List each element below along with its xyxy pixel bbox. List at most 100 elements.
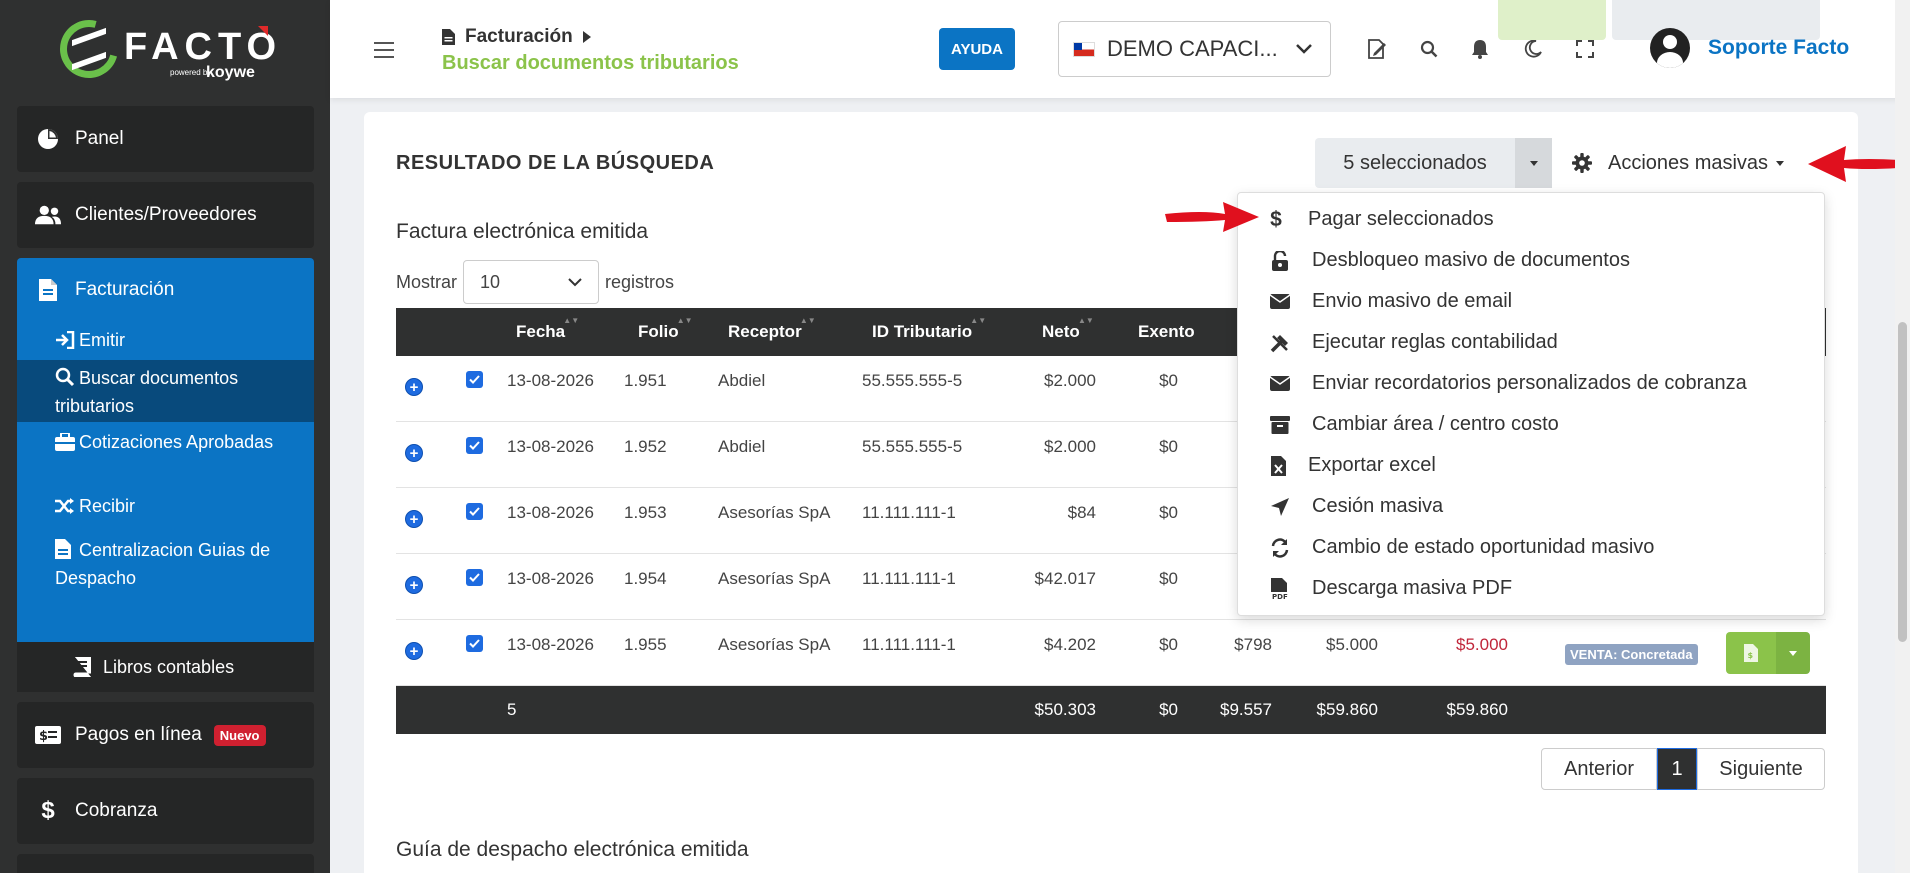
column-header-neto[interactable]: Neto ▲▼ (1042, 316, 1094, 342)
expand-row-icon[interactable]: + (405, 378, 423, 396)
column-header-exento[interactable]: Exento (1138, 322, 1195, 342)
briefcase-icon (55, 432, 79, 458)
page-size-select[interactable]: 10 (463, 260, 600, 304)
hamburger-menu-icon[interactable] (374, 42, 394, 58)
sidebar-item-panel[interactable]: Panel (17, 106, 314, 172)
results-title: RESULTADO DE LA BÚSQUEDA (396, 152, 715, 174)
sidebar-item-facturacion[interactable]: Facturación (17, 258, 314, 322)
envelope-icon (1268, 294, 1292, 309)
company-select[interactable]: DEMO CAPACI... (1058, 21, 1331, 77)
users-icon (35, 205, 61, 225)
sidebar: FACTO powered by koywe Panel Clientes/Pr… (0, 0, 330, 873)
pagination: Anterior 1 Siguiente (1541, 748, 1825, 790)
menu-item-excel[interactable]: Exportar excel (1238, 445, 1824, 486)
page-1-button[interactable]: 1 (1657, 748, 1697, 790)
dollar-icon: $ (1270, 207, 1282, 231)
table-totals: 5 $50.303 $0 $9.557 $59.860 $59.860 (396, 686, 1826, 734)
sidebar-subitem-recibir[interactable]: Recibir (17, 488, 314, 526)
tools-icon (1268, 333, 1292, 353)
dollar-icon: $ (41, 797, 55, 824)
expand-row-icon[interactable]: + (405, 444, 423, 462)
location-arrow-icon (1268, 497, 1292, 516)
caret-down-icon (1776, 160, 1785, 166)
moon-icon[interactable] (1522, 38, 1544, 60)
facto-logo[interactable]: FACTO powered by koywe (49, 9, 276, 89)
expand-row-icon[interactable]: + (405, 642, 423, 660)
sidebar-item-label: Facturación (75, 279, 175, 300)
help-button[interactable]: AYUDA (939, 28, 1015, 70)
menu-item-pagar[interactable]: $ Pagar seleccionados (1238, 199, 1824, 240)
row-checkbox[interactable] (466, 569, 483, 586)
bell-icon[interactable] (1469, 38, 1491, 60)
section-title: Factura electrónica emitida (396, 220, 649, 243)
breadcrumb-item[interactable]: Facturación (465, 26, 573, 48)
caret-down-icon (1789, 650, 1797, 656)
sidebar-item-next[interactable] (17, 854, 314, 873)
topbar: Facturación Buscar documentos tributario… (330, 0, 1910, 98)
menu-item-recordatorios[interactable]: Enviar recordatorios personalizados de c… (1238, 363, 1824, 404)
search-icon[interactable] (1418, 38, 1440, 60)
menu-item-email[interactable]: Envio masivo de email (1238, 281, 1824, 322)
section-title-guia: Guía de despacho electrónica emitida (396, 838, 749, 861)
annotation-arrow-icon (1808, 146, 1900, 182)
sidebar-group-facturacion: Facturación Emitir Buscar documentos tri… (17, 258, 314, 642)
selected-dropdown-toggle[interactable] (1515, 138, 1552, 188)
sidebar-subitem-emitir[interactable]: Emitir (17, 322, 314, 360)
sidebar-subitem-buscar[interactable]: Buscar documentos tributarios (17, 360, 314, 422)
file-icon (442, 29, 455, 45)
sidebar-item-label: Pagos en línea (75, 724, 202, 745)
menu-item-area[interactable]: Cambiar área / centro costo (1238, 404, 1824, 445)
file-icon (35, 279, 61, 301)
page-title: Buscar documentos tributarios (442, 52, 739, 74)
page-size-control: Mostrar 10 registros (396, 260, 674, 304)
expand-row-icon[interactable]: + (405, 510, 423, 528)
status-badge: VENTA: Concretada (1565, 644, 1698, 665)
menu-item-cesion[interactable]: Cesión masiva (1238, 486, 1824, 527)
breadcrumb: Facturación (442, 26, 591, 48)
menu-item-pdf[interactable]: PDF Descarga masiva PDF (1238, 568, 1824, 609)
money-bill-icon: $ (35, 726, 61, 744)
column-header-id[interactable]: ID Tributario ▲▼ (872, 316, 986, 342)
caret-right-icon (582, 31, 591, 43)
file-icon (55, 539, 79, 566)
fullscreen-icon[interactable] (1574, 38, 1596, 60)
sidebar-item-pagos[interactable]: $ Pagos en línea Nuevo (17, 702, 314, 768)
row-checkbox[interactable] (466, 635, 483, 652)
sidebar-subitem-libros[interactable]: Libros contables (17, 642, 314, 692)
row-checkbox[interactable] (466, 437, 483, 454)
selected-count-button[interactable]: 5 seleccionados (1315, 138, 1515, 188)
column-header-fecha[interactable]: Fecha ▲▼ (516, 316, 579, 342)
sidebar-item-label: Clientes/Proveedores (75, 204, 257, 225)
next-page-button[interactable]: Siguiente (1697, 748, 1825, 790)
avatar[interactable] (1650, 28, 1690, 68)
column-header-folio[interactable]: Folio ▲▼ (638, 316, 693, 342)
gear-icon (1572, 153, 1592, 173)
document-action-button[interactable]: $ (1726, 632, 1776, 674)
bulk-actions-button[interactable]: Acciones masivas (1564, 138, 1824, 188)
scrollbar-thumb[interactable] (1898, 322, 1907, 642)
column-header-receptor[interactable]: Receptor ▲▼ (728, 316, 816, 342)
expand-row-icon[interactable]: + (405, 576, 423, 594)
row-checkbox[interactable] (466, 371, 483, 388)
prev-page-button[interactable]: Anterior (1541, 748, 1657, 790)
table-row: + 13-08-2026 1.955 Asesorías SpA 11.111.… (396, 620, 1826, 686)
user-name[interactable]: Soporte Facto (1708, 36, 1849, 60)
bulk-actions-label: Acciones masivas (1608, 151, 1769, 174)
menu-item-estado[interactable]: Cambio de estado oportunidad masivo (1238, 527, 1824, 568)
document-action-toggle[interactable] (1776, 632, 1810, 674)
envelope-icon (1268, 376, 1292, 391)
menu-item-reglas[interactable]: Ejecutar reglas contabilidad (1238, 322, 1824, 363)
archive-icon (1268, 415, 1292, 434)
sidebar-item-clientes[interactable]: Clientes/Proveedores (17, 182, 314, 248)
svg-text:$: $ (1748, 651, 1754, 660)
chile-flag-icon (1073, 41, 1095, 57)
sidebar-item-label: Cobranza (75, 800, 158, 821)
sidebar-subitem-cotizaciones[interactable]: Cotizaciones Aprobadas (17, 426, 314, 488)
sidebar-item-cobranza[interactable]: $ Cobranza (17, 778, 314, 844)
svg-text:$: $ (39, 729, 48, 744)
row-checkbox[interactable] (466, 503, 483, 520)
edit-document-icon[interactable] (1366, 38, 1388, 60)
menu-item-desbloqueo[interactable]: Desbloqueo masivo de documentos (1238, 240, 1824, 281)
sync-icon (1268, 537, 1292, 558)
sidebar-subitem-centralizacion[interactable]: Centralizacion Guias de Despacho (17, 528, 314, 594)
